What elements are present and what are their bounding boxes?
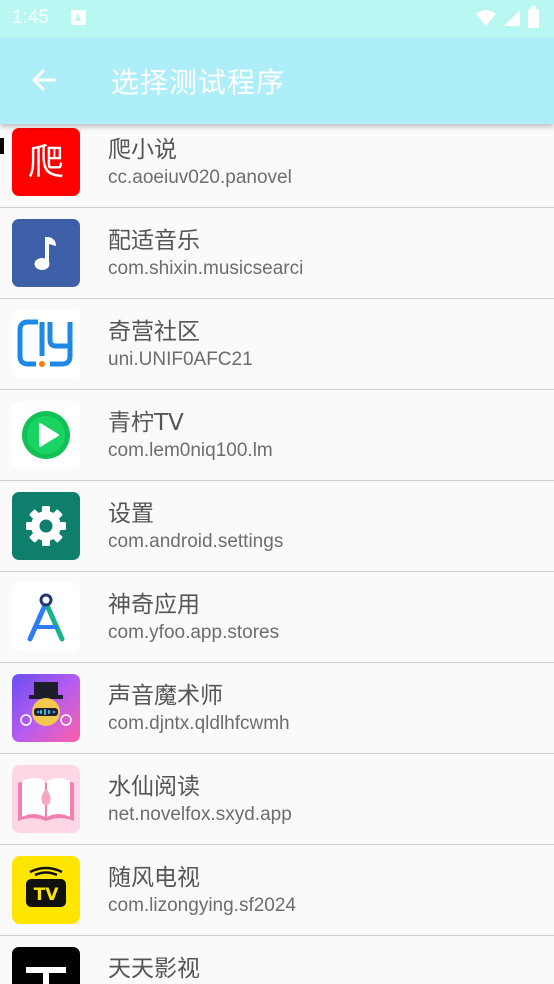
- a-notification-icon: [71, 10, 86, 25]
- app-name: 声音魔术师: [108, 683, 223, 709]
- tiantian-t-icon: [12, 947, 80, 984]
- status-bar: 1:45: [0, 0, 554, 38]
- music-note-icon: [12, 219, 80, 287]
- back-button[interactable]: [20, 58, 66, 104]
- settings-gear-icon: [12, 492, 80, 560]
- signal-icon: [504, 10, 520, 26]
- list-item[interactable]: 水仙阅读 net.novelfox.sxyd.app: [0, 754, 554, 845]
- list-item[interactable]: 青柠TV com.lem0niq100.lm: [0, 390, 554, 481]
- app-package: com.lem0niq100.lm: [108, 440, 273, 461]
- list-item[interactable]: 声音魔术师 com.djntx.qldlhfcwmh: [0, 663, 554, 754]
- app-package: com.djntx.qldlhfcwmh: [108, 713, 290, 734]
- app-name: 配适音乐: [108, 228, 200, 254]
- pa-novel-icon: 爬: [12, 128, 80, 196]
- app-package: com.lizongying.sf2024: [108, 895, 296, 916]
- page-title: 选择测试程序: [111, 66, 286, 99]
- app-name: 神奇应用: [108, 592, 200, 618]
- app-package: com.android.settings: [108, 531, 284, 552]
- qiying-logo-icon: [12, 310, 80, 378]
- app-list: 爬 爬小说 cc.aoeiuv020.panovel 配适音乐 com.shix…: [0, 124, 554, 984]
- app-package: net.novelfox.sxyd.app: [108, 804, 292, 825]
- list-item[interactable]: 天天影视: [0, 936, 554, 984]
- open-book-icon: [12, 765, 80, 833]
- list-item[interactable]: 配适音乐 com.shixin.musicsearci: [0, 208, 554, 299]
- app-bar: 选择测试程序: [0, 38, 554, 124]
- svg-text:TV: TV: [34, 885, 60, 905]
- svg-text:爬: 爬: [28, 142, 64, 183]
- list-item[interactable]: 设置 com.android.settings: [0, 481, 554, 572]
- app-package: cc.aoeiuv020.panovel: [108, 167, 292, 188]
- app-name: 爬小说: [108, 137, 177, 163]
- list-item[interactable]: 爬 爬小说 cc.aoeiuv020.panovel: [0, 124, 554, 208]
- screen: 1:45 选择测试程序 爬 爬小说 cc.aoeiuv020.panovel 配…: [0, 0, 554, 984]
- list-item[interactable]: 奇营社区 uni.UNIF0AFC21: [0, 299, 554, 390]
- list-item[interactable]: 神奇应用 com.yfoo.app.stores: [0, 572, 554, 663]
- compass-a-icon: [12, 583, 80, 651]
- app-package: uni.UNIF0AFC21: [108, 349, 253, 370]
- tv-icon: TV: [12, 856, 80, 924]
- app-name: 天天影视: [108, 956, 200, 982]
- play-circle-icon: [12, 401, 80, 469]
- app-name: 青柠TV: [108, 410, 184, 436]
- battery-icon: [528, 6, 539, 28]
- arrow-back-icon: [31, 68, 56, 92]
- status-time: 1:45: [12, 7, 49, 28]
- app-package: com.shixin.musicsearci: [108, 258, 304, 279]
- app-name: 设置: [108, 501, 154, 527]
- app-name: 奇营社区: [108, 319, 200, 345]
- app-package: com.yfoo.app.stores: [108, 622, 280, 643]
- voice-magician-icon: [12, 674, 80, 742]
- wifi-icon: [476, 10, 496, 26]
- list-item[interactable]: TV 随风电视 com.lizongying.sf2024: [0, 845, 554, 936]
- scroll-indicator: [0, 138, 4, 154]
- app-name: 水仙阅读: [108, 774, 200, 800]
- app-name: 随风电视: [108, 865, 200, 891]
